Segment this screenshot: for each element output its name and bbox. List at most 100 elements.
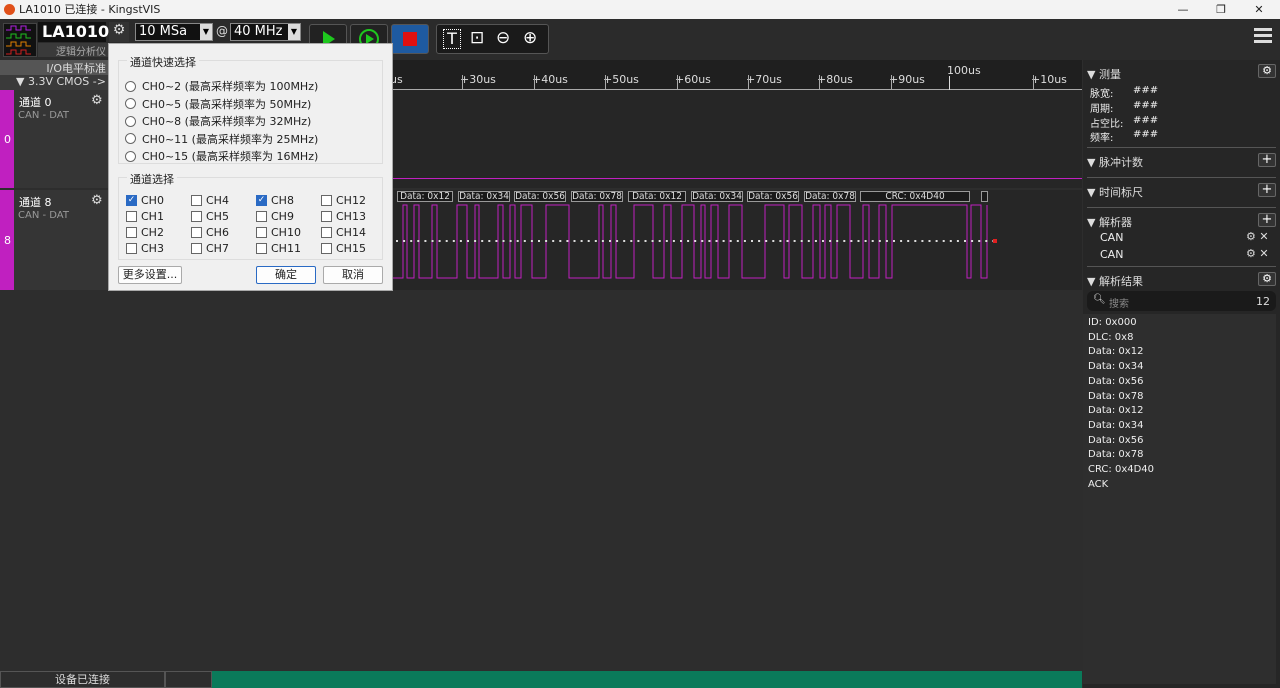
bit-marker	[985, 240, 988, 242]
checkbox-label: CH10	[271, 226, 301, 239]
maximize-button[interactable]: ❐	[1206, 0, 1236, 19]
add-analyzer-icon[interactable]: +	[1258, 213, 1276, 227]
result-item[interactable]: Data: 0x78	[1088, 449, 1143, 460]
channel-checkbox-ch12[interactable]: CH12	[321, 194, 366, 207]
checkbox-icon	[321, 243, 332, 254]
bit-marker	[552, 240, 555, 242]
analyzers-section-header[interactable]: ▼ 解析器	[1087, 214, 1132, 230]
quick-option[interactable]: CH0~8 (最高采样频率为 32MHz)	[125, 113, 311, 129]
decode-label: Data: 0x56	[747, 191, 799, 202]
search-placeholder: 搜索	[1109, 299, 1129, 310]
result-item[interactable]: Data: 0x12	[1088, 346, 1143, 357]
results-search-input[interactable]: 🔍︎ 搜索 12	[1087, 291, 1276, 311]
radio-icon	[125, 133, 136, 144]
channel-checkbox-ch9[interactable]: CH9	[256, 210, 294, 223]
result-item[interactable]: Data: 0x12	[1088, 405, 1143, 416]
bit-marker	[772, 240, 775, 242]
bit-marker	[722, 240, 725, 242]
more-settings-button[interactable]: 更多设置...	[118, 266, 182, 284]
result-item[interactable]: ACK	[1088, 479, 1108, 490]
checkbox-icon	[126, 227, 137, 238]
bit-marker	[793, 240, 796, 242]
channel-checkbox-ch1[interactable]: CH1	[126, 210, 164, 223]
bit-marker	[949, 240, 952, 242]
bit-marker	[509, 240, 512, 242]
bit-marker	[644, 240, 647, 242]
result-item[interactable]: Data: 0x78	[1088, 391, 1143, 402]
bit-marker	[971, 240, 974, 242]
result-item[interactable]: Data: 0x34	[1088, 420, 1143, 431]
bit-marker	[566, 240, 569, 242]
bit-marker	[822, 240, 824, 242]
result-item[interactable]: Data: 0x34	[1088, 361, 1143, 372]
freq-value: ###	[1133, 129, 1159, 140]
bit-marker	[474, 240, 477, 242]
time-ruler-section-header[interactable]: ▼ 时间标尺	[1087, 184, 1143, 200]
decode-label-ack	[981, 191, 988, 202]
channel-checkbox-ch13[interactable]: CH13	[321, 210, 366, 223]
bit-marker	[665, 240, 668, 242]
checkbox-label: CH11	[271, 242, 301, 255]
bit-marker	[708, 240, 711, 242]
channel-checkbox-ch14[interactable]: CH14	[321, 226, 366, 239]
checkbox-icon	[321, 195, 332, 206]
channel-8-gear-icon[interactable]: ⚙	[91, 193, 103, 208]
quick-option[interactable]: CH0~15 (最高采样频率为 16MHz)	[125, 148, 318, 164]
channel-0-gear-icon[interactable]: ⚙	[91, 93, 103, 108]
decode-label: Data: 0x78	[804, 191, 856, 202]
channel-checkbox-ch3[interactable]: CH3	[126, 242, 164, 255]
channel-checkbox-ch4[interactable]: CH4	[191, 194, 229, 207]
channel-checkbox-ch5[interactable]: CH5	[191, 210, 229, 223]
results-gear-icon[interactable]: ⚙	[1258, 272, 1276, 286]
channel-0-name: 通道 0	[19, 96, 52, 109]
channel-checkbox-ch7[interactable]: CH7	[191, 242, 229, 255]
result-item[interactable]: DLC: 0x8	[1088, 332, 1133, 343]
measure-gear-icon[interactable]: ⚙	[1258, 64, 1276, 78]
analyzer-gear-icon[interactable]: ⚙ ✕	[1246, 230, 1269, 243]
quick-option[interactable]: CH0~11 (最高采样频率为 25MHz)	[125, 131, 318, 147]
period-label: 周期:	[1090, 104, 1114, 115]
channel-checkbox-ch11[interactable]: CH11	[256, 242, 301, 255]
add-time-ruler-icon[interactable]: +	[1258, 183, 1276, 197]
result-item[interactable]: Data: 0x56	[1088, 435, 1143, 446]
close-button[interactable]: ✕	[1244, 0, 1274, 19]
channel-checkbox-ch2[interactable]: CH2	[126, 226, 164, 239]
channel-checkbox-ch15[interactable]: CH15	[321, 242, 366, 255]
menu-icon[interactable]	[1254, 28, 1272, 43]
channel-0-header[interactable]: 0 通道 0 CAN - DAT ⚙	[0, 90, 108, 188]
analyzer-item[interactable]: CAN	[1100, 248, 1123, 261]
bit-marker	[907, 240, 910, 242]
search-icon: 🔍︎	[1093, 294, 1106, 305]
measure-section-header[interactable]: ▼ 测量	[1087, 66, 1121, 82]
results-section-header[interactable]: ▼ 解析结果	[1087, 273, 1143, 289]
pulse-count-section-header[interactable]: ▼ 脉冲计数	[1087, 154, 1143, 170]
bit-marker	[814, 240, 817, 242]
minimize-button[interactable]: —	[1168, 0, 1198, 19]
quick-option-label: CH0~2 (最高采样频率为 100MHz)	[142, 80, 319, 93]
result-item[interactable]: Data: 0x56	[1088, 376, 1143, 387]
checkbox-icon	[126, 211, 137, 222]
cancel-button[interactable]: 取消	[323, 266, 383, 284]
channel-8-header[interactable]: 8 通道 8 CAN - DAT ⚙	[0, 190, 108, 290]
quick-option[interactable]: CH0~2 (最高采样频率为 100MHz)	[125, 78, 318, 94]
channel-checkbox-ch0[interactable]: ✓ CH0	[126, 194, 164, 207]
bit-marker	[978, 240, 981, 242]
checkbox-label: CH8	[271, 194, 294, 207]
result-item[interactable]: CRC: 0x4D40	[1088, 464, 1154, 475]
analyzer-gear-icon[interactable]: ⚙ ✕	[1246, 247, 1269, 260]
channel-checkbox-ch6[interactable]: CH6	[191, 226, 229, 239]
channel-checkbox-ch8[interactable]: ✓ CH8	[256, 194, 294, 207]
add-pulse-count-icon[interactable]: +	[1258, 153, 1276, 167]
channel-checkbox-ch10[interactable]: CH10	[256, 226, 301, 239]
channel-8-index: 8	[4, 234, 11, 247]
quick-option-label: CH0~11 (最高采样频率为 25MHz)	[142, 132, 319, 146]
bit-marker	[502, 240, 505, 242]
ok-button[interactable]: 确定	[256, 266, 316, 284]
analyzer-item[interactable]: CAN	[1100, 231, 1123, 244]
result-item[interactable]: ID: 0x000	[1088, 317, 1137, 328]
bit-marker	[786, 240, 789, 242]
bit-marker	[594, 240, 597, 242]
quick-option[interactable]: CH0~5 (最高采样频率为 50MHz)	[125, 96, 311, 112]
bit-marker	[658, 240, 661, 242]
radio-icon	[125, 150, 136, 162]
